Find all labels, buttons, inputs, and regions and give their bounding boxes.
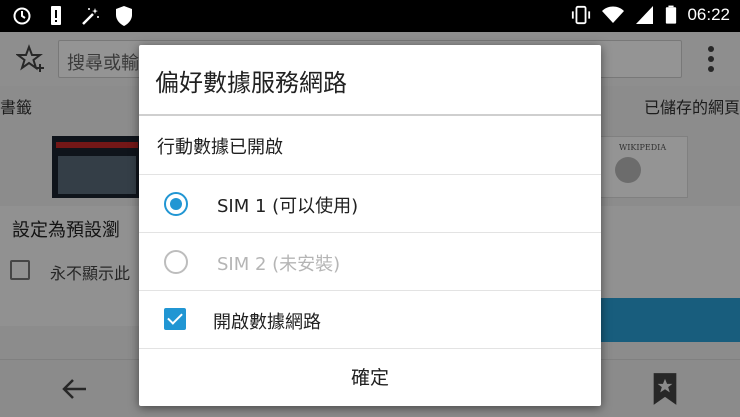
status-bar-right: 06:22 — [571, 4, 730, 26]
sim2-radio — [164, 250, 188, 274]
wifi-icon — [602, 6, 625, 23]
dialog-title: 偏好數據服務網路 — [155, 69, 347, 97]
sync-icon — [13, 7, 31, 25]
status-bar: 06:22 — [0, 0, 740, 32]
sim2-option: SIM 2 (未安裝) — [139, 232, 601, 290]
magic-wand-icon — [82, 8, 99, 25]
signal-icon — [636, 6, 654, 24]
sim1-option[interactable]: SIM 1 (可以使用) — [139, 174, 601, 232]
enable-data-label: 開啟數據網路 — [213, 312, 321, 333]
sim1-label: SIM 1 (可以使用) — [217, 196, 359, 217]
dialog-actions: 確定 — [139, 348, 601, 406]
dialog-title-divider — [139, 114, 601, 116]
mobile-data-status: 行動數據已開啟 — [157, 137, 283, 158]
vibrate-icon — [572, 5, 591, 25]
sim1-radio[interactable] — [164, 192, 188, 216]
preferred-data-network-dialog: 偏好數據服務網路 行動數據已開啟 SIM 1 (可以使用) SIM 2 (未安裝… — [139, 45, 601, 406]
battery-icon — [666, 5, 677, 24]
ok-button[interactable]: 確定 — [139, 349, 601, 407]
status-bar-left — [12, 5, 134, 27]
status-time: 06:22 — [687, 5, 730, 24]
alert-icon — [51, 6, 61, 25]
enable-data-option[interactable]: 開啟數據網路 — [139, 290, 601, 348]
enable-data-checkbox[interactable] — [164, 308, 186, 330]
shield-icon — [116, 6, 132, 26]
sim2-label: SIM 2 (未安裝) — [217, 254, 341, 275]
